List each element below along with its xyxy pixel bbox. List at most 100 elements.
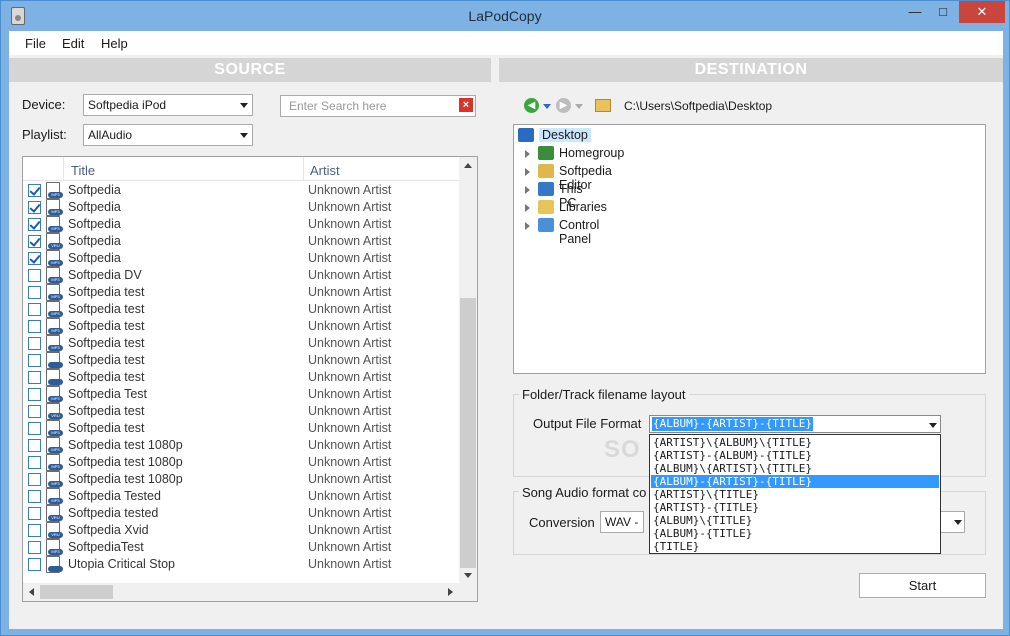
horizontal-scroll-thumb[interactable]: [40, 585, 113, 599]
track-row[interactable]: VRU Softpedia Unknown Artist: [23, 233, 459, 250]
back-arrow-icon[interactable]: ◀: [524, 98, 539, 113]
format-option[interactable]: {ARTIST}-{ALBUM}-{TITLE}: [651, 449, 939, 462]
track-checkbox[interactable]: [28, 286, 41, 299]
track-row[interactable]: MP3 Softpedia test Unknown Artist: [23, 335, 459, 352]
track-row[interactable]: MP3 Softpedia test Unknown Artist: [23, 284, 459, 301]
track-checkbox[interactable]: [28, 507, 41, 520]
track-checkbox[interactable]: [28, 388, 41, 401]
track-row[interactable]: VRU Softpedia tested Unknown Artist: [23, 505, 459, 522]
track-checkbox[interactable]: [28, 371, 41, 384]
format-option[interactable]: {ALBUM}\{ARTIST}\{TITLE}: [651, 462, 939, 475]
start-button[interactable]: Start: [859, 573, 986, 598]
track-checkbox[interactable]: [28, 524, 41, 537]
track-row[interactable]: MP3 Softpedia Unknown Artist: [23, 199, 459, 216]
track-row[interactable]: MP3 Softpedia Tested Unknown Artist: [23, 488, 459, 505]
track-checkbox[interactable]: [28, 541, 41, 554]
device-select[interactable]: Softpedia iPod: [83, 94, 253, 116]
track-row[interactable]: MP3 Softpedia test Unknown Artist: [23, 420, 459, 437]
conversion-select-arrow[interactable]: [939, 511, 965, 533]
track-row[interactable]: Utopia Critical Stop Unknown Artist: [23, 556, 459, 573]
expand-arrow-icon[interactable]: [525, 186, 530, 194]
track-row[interactable]: Softpedia test Unknown Artist: [23, 352, 459, 369]
menu-help[interactable]: Help: [101, 36, 128, 51]
track-checkbox[interactable]: [28, 303, 41, 316]
track-checkbox[interactable]: [28, 490, 41, 503]
scroll-left-icon[interactable]: [29, 588, 34, 596]
track-artist: Unknown Artist: [308, 336, 392, 350]
format-option[interactable]: {ALBUM}-{ARTIST}-{TITLE}: [651, 475, 939, 488]
track-checkbox[interactable]: [28, 235, 41, 248]
expand-arrow-icon[interactable]: [525, 168, 530, 176]
close-button[interactable]: ✕: [959, 1, 1005, 23]
column-title[interactable]: Title: [71, 163, 95, 178]
output-format-dropdown[interactable]: {ARTIST}\{ALBUM}\{TITLE} {ARTIST}-{ALBUM}…: [649, 434, 941, 554]
track-row[interactable]: Softpedia test Unknown Artist: [23, 369, 459, 386]
format-option[interactable]: {ALBUM}-{TITLE}: [651, 527, 939, 540]
track-artist: Unknown Artist: [308, 506, 392, 520]
column-artist[interactable]: Artist: [310, 163, 340, 178]
minimize-button[interactable]: —: [901, 1, 929, 23]
track-checkbox[interactable]: [28, 269, 41, 282]
vertical-scroll-thumb[interactable]: [460, 298, 476, 568]
track-row[interactable]: MP3 Softpedia DV Unknown Artist: [23, 267, 459, 284]
format-option[interactable]: {ALBUM}\{TITLE}: [651, 514, 939, 527]
tree-node-label: Control Panel: [559, 218, 600, 246]
conversion-select[interactable]: WAV - V: [600, 511, 644, 533]
track-title: Softpedia test: [68, 336, 145, 350]
track-row[interactable]: MP3 Softpedia test 1080p Unknown Artist: [23, 437, 459, 454]
expand-arrow-icon[interactable]: [525, 204, 530, 212]
search-input[interactable]: Enter Search here: [280, 95, 476, 117]
forward-arrow-icon[interactable]: ▶: [556, 98, 571, 113]
track-checkbox[interactable]: [28, 337, 41, 350]
maximize-button[interactable]: □: [929, 1, 957, 23]
track-checkbox[interactable]: [28, 473, 41, 486]
track-checkbox[interactable]: [28, 422, 41, 435]
folder-tree[interactable]: Desktop Homegroup Softpedia Editor This PC L…: [513, 124, 986, 374]
track-checkbox[interactable]: [28, 218, 41, 231]
track-row[interactable]: VRU Softpedia test Unknown Artist: [23, 403, 459, 420]
track-artist: Unknown Artist: [308, 251, 392, 265]
track-row[interactable]: MP3 Softpedia test 1080p Unknown Artist: [23, 454, 459, 471]
format-option[interactable]: {ARTIST}\{ALBUM}\{TITLE}: [651, 436, 939, 449]
track-title: Softpedia: [68, 217, 121, 231]
format-option[interactable]: {ARTIST}\{TITLE}: [651, 488, 939, 501]
audio-file-icon: MP3: [46, 454, 63, 471]
track-checkbox[interactable]: [28, 201, 41, 214]
track-checkbox[interactable]: [28, 354, 41, 367]
track-row[interactable]: VRU Softpedia Xvid Unknown Artist: [23, 522, 459, 539]
scroll-right-icon[interactable]: [448, 588, 453, 596]
output-format-select[interactable]: {ALBUM}-{ARTIST}-{TITLE}: [649, 415, 941, 433]
track-title: Softpedia Test: [68, 387, 147, 401]
track-checkbox[interactable]: [28, 405, 41, 418]
track-checkbox[interactable]: [28, 252, 41, 265]
clear-search-icon[interactable]: ×: [459, 98, 473, 112]
scroll-down-icon[interactable]: [464, 573, 472, 578]
track-row[interactable]: MP3 Softpedia test Unknown Artist: [23, 318, 459, 335]
track-row[interactable]: MP3 Softpedia test Unknown Artist: [23, 301, 459, 318]
track-checkbox[interactable]: [28, 456, 41, 469]
scroll-up-icon[interactable]: [464, 163, 472, 168]
track-checkbox[interactable]: [28, 320, 41, 333]
track-row[interactable]: MP3 Softpedia Test Unknown Artist: [23, 386, 459, 403]
track-checkbox[interactable]: [28, 558, 41, 571]
audio-file-icon: MP3: [46, 437, 63, 454]
expand-arrow-icon[interactable]: [525, 222, 530, 230]
menu-edit[interactable]: Edit: [62, 36, 84, 51]
track-row[interactable]: MP3 Softpedia test 1080p Unknown Artist: [23, 471, 459, 488]
track-list[interactable]: Title Artist MP3 Softpedia Unknown Artist M…: [22, 156, 478, 602]
track-row[interactable]: MP3 Softpedia Unknown Artist: [23, 182, 459, 199]
track-row[interactable]: MP3 SoftpediaTest Unknown Artist: [23, 539, 459, 556]
new-folder-icon[interactable]: [595, 99, 611, 112]
format-option[interactable]: {ARTIST}-{TITLE}: [651, 501, 939, 514]
back-history-chevron-icon[interactable]: [543, 104, 551, 109]
track-checkbox[interactable]: [28, 439, 41, 452]
track-row[interactable]: MP3 Softpedia Unknown Artist: [23, 250, 459, 267]
expand-arrow-icon[interactable]: [525, 150, 530, 158]
forward-history-chevron-icon[interactable]: [575, 104, 583, 109]
menu-file[interactable]: File: [25, 36, 46, 51]
playlist-select[interactable]: AllAudio: [83, 124, 253, 146]
track-row[interactable]: MP3 Softpedia Unknown Artist: [23, 216, 459, 233]
format-option[interactable]: {TITLE}: [651, 540, 939, 553]
track-checkbox[interactable]: [28, 184, 41, 197]
track-title: Softpedia test 1080p: [68, 472, 183, 486]
